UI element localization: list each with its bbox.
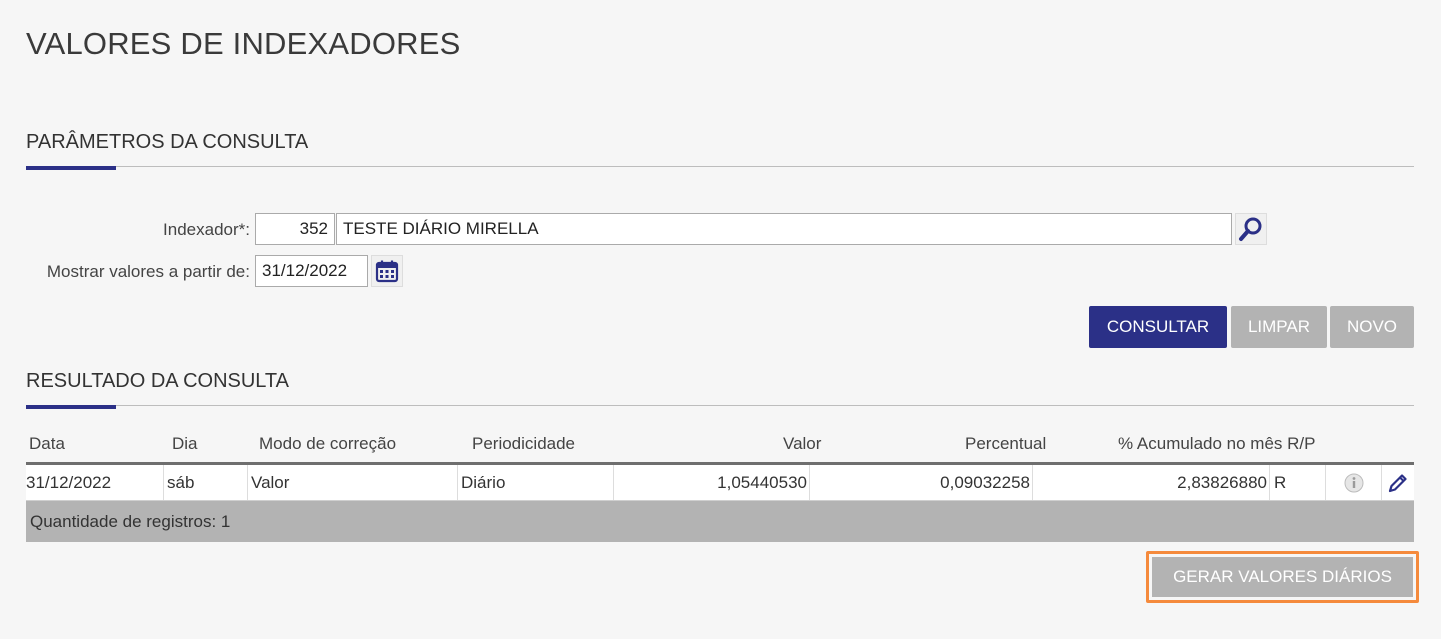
params-section-divider bbox=[26, 166, 1414, 167]
page-title: VALORES DE INDEXADORES bbox=[26, 26, 461, 61]
search-button[interactable] bbox=[1235, 213, 1267, 245]
indexador-code-input[interactable]: 352 bbox=[255, 213, 335, 245]
cell-modo: Valor bbox=[248, 465, 458, 500]
gerar-valores-diarios-button[interactable]: GERAR VALORES DIÁRIOS bbox=[1152, 557, 1413, 597]
edit-pencil-icon bbox=[1388, 473, 1407, 492]
col-header-modo[interactable]: Modo de correção bbox=[259, 434, 396, 454]
col-header-dia[interactable]: Dia bbox=[172, 434, 198, 454]
results-section-accent bbox=[26, 405, 116, 409]
indexador-label: Indexador*: bbox=[163, 220, 250, 239]
params-section-accent bbox=[26, 166, 116, 170]
cell-rp: R bbox=[1272, 465, 1326, 500]
date-input[interactable]: 31/12/2022 bbox=[255, 255, 368, 287]
col-header-percentual[interactable]: Percentual bbox=[965, 434, 1046, 454]
col-header-periodicidade[interactable]: Periodicidade bbox=[472, 434, 575, 454]
cell-valor: 1,05440530 bbox=[614, 465, 810, 500]
date-label: Mostrar valores a partir de: bbox=[46, 262, 250, 281]
cell-acumulado: 2,83826880 bbox=[1033, 465, 1270, 500]
indexador-name-input[interactable]: TESTE DIÁRIO MIRELLA bbox=[336, 213, 1232, 245]
cell-periodicidade: Diário bbox=[458, 465, 614, 500]
edit-button[interactable] bbox=[1382, 465, 1414, 500]
records-count-bar: Quantidade de registros: 1 bbox=[26, 501, 1414, 542]
info-button[interactable] bbox=[1326, 465, 1382, 500]
consultar-button[interactable]: CONSULTAR bbox=[1089, 306, 1227, 348]
search-icon bbox=[1239, 217, 1262, 241]
col-header-valor[interactable]: Valor bbox=[783, 434, 821, 454]
col-header-data[interactable]: Data bbox=[29, 434, 65, 454]
results-section-divider bbox=[26, 405, 1414, 406]
novo-button[interactable]: NOVO bbox=[1330, 306, 1414, 348]
limpar-button[interactable]: LIMPAR bbox=[1231, 306, 1327, 348]
cell-percentual: 0,09032258 bbox=[810, 465, 1033, 500]
table-row[interactable]: 31/12/2022 sáb Valor Diário 1,05440530 0… bbox=[26, 465, 1414, 500]
cell-dia: sáb bbox=[164, 465, 248, 500]
params-section-title: PARÂMETROS DA CONSULTA bbox=[26, 131, 309, 153]
results-table-header: Data Dia Modo de correção Periodicidade … bbox=[26, 428, 1414, 462]
info-icon bbox=[1344, 473, 1363, 492]
calendar-button[interactable] bbox=[371, 255, 403, 287]
calendar-icon bbox=[375, 260, 399, 283]
generate-button-focus-ring: GERAR VALORES DIÁRIOS bbox=[1146, 551, 1419, 603]
col-header-acumulado[interactable]: % Acumulado no mês R/P bbox=[1118, 434, 1315, 454]
cell-data: 31/12/2022 bbox=[26, 465, 164, 500]
results-section-title: RESULTADO DA CONSULTA bbox=[26, 370, 290, 392]
